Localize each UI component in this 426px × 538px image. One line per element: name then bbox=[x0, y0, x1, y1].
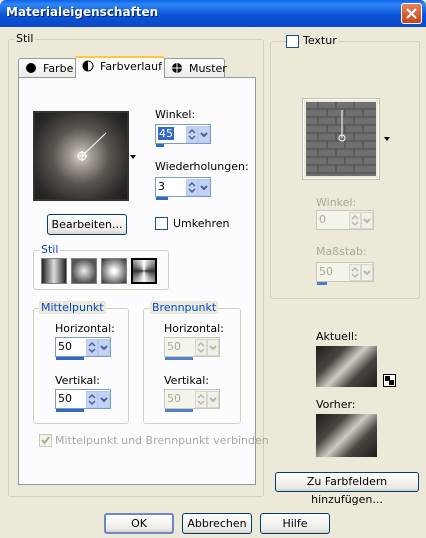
style-sunburst-button[interactable] bbox=[131, 258, 157, 284]
mittelpunkt-horizontal-dropdown[interactable] bbox=[98, 339, 110, 356]
stil-group-legend: Stil bbox=[14, 32, 36, 45]
mittelpunkt-horizontal-stepper[interactable] bbox=[86, 339, 98, 356]
pattern-icon bbox=[172, 63, 182, 73]
mittelpunkt-horizontal-value: 50 bbox=[58, 340, 72, 353]
brick-texture bbox=[306, 102, 376, 176]
brennpunkt-vertikal-stepper[interactable] bbox=[195, 391, 207, 408]
texture-dropdown-icon[interactable] bbox=[383, 136, 391, 142]
link-label: Mittelpunkt und Brennpunkt verbinden bbox=[55, 434, 269, 447]
gradient-preview[interactable] bbox=[33, 111, 129, 201]
aktuell-label: Aktuell: bbox=[316, 330, 358, 343]
texture-preview[interactable] bbox=[303, 99, 379, 179]
brennpunkt-horizontal-stepper[interactable] bbox=[195, 339, 207, 356]
mittelpunkt-vertikal-input[interactable]: 50 bbox=[55, 389, 111, 412]
cancel-button[interactable]: Abbrechen bbox=[182, 513, 252, 534]
textur-winkel-dropdown[interactable] bbox=[361, 212, 373, 229]
mittelpunkt-horizontal-input[interactable]: 50 bbox=[55, 337, 111, 360]
dialog-window: Materialeigenschaften Stil Farbe Farbver… bbox=[0, 0, 426, 538]
tab-farbe-label: Farbe bbox=[43, 62, 74, 75]
winkel-value: 45 bbox=[158, 127, 174, 140]
wiederholungen-input[interactable]: 3 bbox=[155, 177, 211, 200]
brennpunkt-horizontal-slider[interactable] bbox=[165, 357, 193, 360]
gradient-dropdown-icon[interactable] bbox=[129, 154, 137, 160]
mittelpunkt-vertikal-stepper[interactable] bbox=[86, 391, 98, 408]
umkehren-checkbox[interactable] bbox=[155, 217, 168, 230]
textur-winkel-stepper[interactable] bbox=[349, 212, 361, 229]
farbverlauf-panel: Winkel: 45 Wiederholungen: 3 Bearbeiten.… bbox=[18, 77, 269, 485]
tab-muster-label: Muster bbox=[189, 62, 227, 75]
textur-massstab-label: Maßstab: bbox=[316, 245, 367, 258]
swatch-icon bbox=[385, 376, 394, 385]
brennpunkt-legend: Brennpunkt bbox=[150, 301, 219, 314]
brennpunkt-vertikal-slider[interactable] bbox=[165, 409, 193, 412]
wiederholungen-slider[interactable] bbox=[156, 197, 168, 200]
brennpunkt-horizontal-label: Horizontal: bbox=[164, 322, 224, 335]
title-bar[interactable]: Materialeigenschaften bbox=[0, 0, 426, 27]
style-linear-button[interactable] bbox=[41, 258, 67, 284]
textur-label: Textur bbox=[301, 34, 339, 47]
ok-button[interactable]: OK bbox=[104, 513, 174, 534]
brennpunkt-vertikal-dropdown[interactable] bbox=[207, 391, 219, 408]
current-swatch bbox=[316, 346, 377, 387]
swap-swatch-button[interactable] bbox=[383, 374, 396, 387]
close-icon bbox=[406, 8, 417, 19]
winkel-label: Winkel: bbox=[155, 108, 196, 121]
umkehren-label: Umkehren bbox=[173, 217, 230, 230]
textur-winkel-value: 0 bbox=[319, 213, 326, 226]
previous-swatch[interactable] bbox=[316, 414, 377, 457]
style-icons bbox=[41, 258, 163, 286]
filled-circle-icon bbox=[26, 63, 36, 73]
wiederholungen-stepper[interactable] bbox=[186, 179, 198, 196]
mittelpunkt-horizontal-slider[interactable] bbox=[56, 357, 84, 360]
winkel-input[interactable]: 45 bbox=[155, 124, 211, 147]
brennpunkt-horizontal-input[interactable]: 50 bbox=[164, 337, 220, 360]
textur-checkbox[interactable] bbox=[286, 35, 299, 48]
wiederholungen-value: 3 bbox=[158, 180, 165, 193]
winkel-stepper[interactable] bbox=[186, 126, 198, 143]
window-title: Materialeigenschaften bbox=[6, 5, 159, 19]
textur-massstab-input[interactable]: 50 bbox=[316, 262, 374, 285]
checkmark-icon bbox=[41, 436, 50, 445]
stil-sub-legend: Stil bbox=[39, 243, 61, 256]
tab-farbverlauf[interactable]: Farbverlauf bbox=[75, 56, 165, 78]
brennpunkt-vertikal-value: 50 bbox=[167, 392, 181, 405]
textur-winkel-input[interactable]: 0 bbox=[316, 210, 374, 230]
textur-massstab-value: 50 bbox=[319, 265, 333, 278]
mittelpunkt-vertikal-value: 50 bbox=[58, 392, 72, 405]
half-circle-icon bbox=[82, 60, 94, 72]
tab-farbverlauf-label: Farbverlauf bbox=[100, 60, 163, 73]
tab-farbe[interactable]: Farbe bbox=[18, 58, 76, 77]
wiederholungen-dropdown[interactable] bbox=[198, 179, 210, 196]
style-rectangular-button[interactable] bbox=[71, 258, 97, 284]
brennpunkt-horizontal-value: 50 bbox=[167, 340, 181, 353]
textur-massstab-dropdown[interactable] bbox=[361, 264, 373, 281]
brennpunkt-vertikal-input[interactable]: 50 bbox=[164, 389, 220, 412]
textur-winkel-label: Winkel: bbox=[316, 196, 357, 209]
add-to-swatches-button[interactable]: Zu Farbfeldern hinzufügen... bbox=[275, 472, 419, 506]
gradient-direction-handle[interactable] bbox=[35, 113, 127, 199]
close-button[interactable] bbox=[401, 3, 422, 24]
winkel-slider[interactable] bbox=[156, 144, 164, 147]
mittelpunkt-horizontal-label: Horizontal: bbox=[55, 322, 115, 335]
mittelpunkt-vertikal-dropdown[interactable] bbox=[98, 391, 110, 408]
mittelpunkt-legend: Mittelpunkt bbox=[39, 301, 106, 314]
textur-massstab-slider[interactable] bbox=[317, 282, 327, 285]
brennpunkt-vertikal-label: Vertikal: bbox=[164, 374, 210, 387]
bearbeiten-button[interactable]: Bearbeiten... bbox=[47, 214, 127, 235]
mittelpunkt-vertikal-slider[interactable] bbox=[56, 409, 84, 412]
wiederholungen-label: Wiederholungen: bbox=[155, 160, 249, 173]
style-radial-button[interactable] bbox=[101, 258, 127, 284]
brennpunkt-horizontal-dropdown[interactable] bbox=[207, 339, 219, 356]
mittelpunkt-vertikal-label: Vertikal: bbox=[55, 374, 101, 387]
link-checkbox[interactable] bbox=[39, 434, 52, 447]
help-button[interactable]: Hilfe bbox=[260, 513, 330, 534]
vorher-label: Vorher: bbox=[316, 398, 356, 411]
winkel-dropdown[interactable] bbox=[198, 126, 210, 143]
textur-massstab-stepper[interactable] bbox=[349, 264, 361, 281]
tab-muster[interactable]: Muster bbox=[164, 58, 227, 77]
